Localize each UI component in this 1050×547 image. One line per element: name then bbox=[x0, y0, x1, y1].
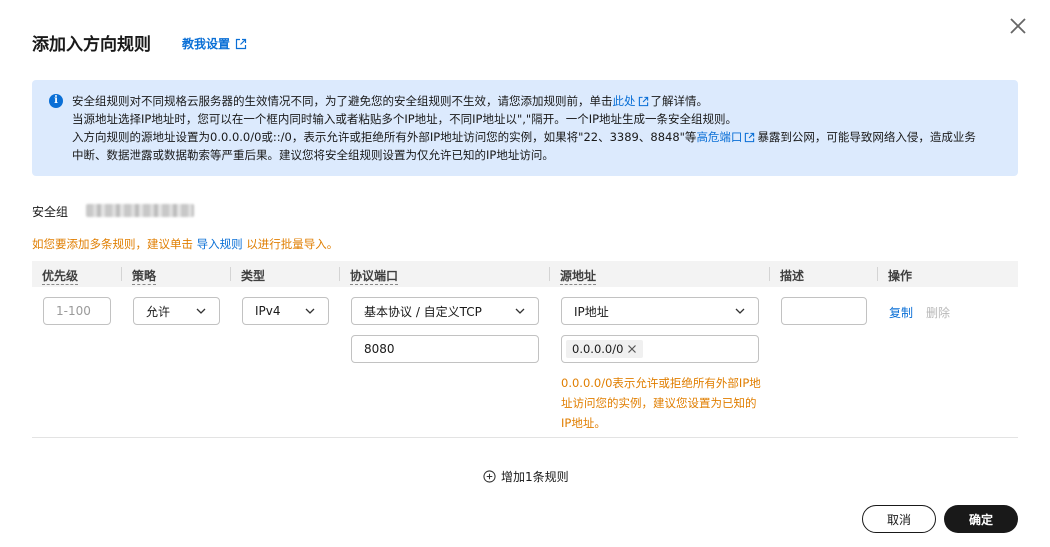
chevron-down-icon bbox=[196, 308, 206, 314]
type-select[interactable]: IPv4 bbox=[242, 297, 329, 325]
chevron-down-icon bbox=[515, 308, 525, 314]
add-rule-label: 增加1条规则 bbox=[501, 470, 569, 484]
protocol-select[interactable]: 基本协议 / 自定义TCP bbox=[351, 297, 539, 325]
import-rules-link[interactable]: 导入规则 bbox=[197, 237, 243, 251]
header-protocol-port: 协议端口 bbox=[350, 269, 399, 285]
confirm-button[interactable]: 确定 bbox=[944, 505, 1018, 533]
info-line-4: 中断、数据泄露或数据勒索等严重后果。建议您将安全组规则设置为仅允许已知的IP地址… bbox=[72, 148, 554, 162]
row-divider bbox=[32, 437, 1018, 438]
plus-circle-icon bbox=[483, 470, 496, 483]
tutorial-link[interactable]: 教我设置 bbox=[182, 35, 247, 52]
header-divider bbox=[549, 267, 550, 281]
source-type-select[interactable]: IP地址 bbox=[561, 297, 759, 325]
close-icon[interactable] bbox=[1006, 14, 1030, 38]
external-link-icon bbox=[235, 38, 247, 49]
port-input[interactable]: 8080 bbox=[351, 335, 539, 363]
details-link[interactable]: 此处 bbox=[613, 94, 636, 108]
header-divider bbox=[339, 267, 340, 281]
description-input[interactable] bbox=[781, 297, 867, 325]
info-line-1: 安全组规则对不同规格云服务器的生效情况不同，为了避免您的安全组规则不生效，请您添… bbox=[72, 94, 708, 108]
header-source: 源地址 bbox=[560, 269, 597, 285]
import-hint: 如您要添加多条规则，建议单击 导入规则 以进行批量导入。 bbox=[32, 237, 339, 251]
policy-select[interactable]: 允许 bbox=[133, 297, 220, 325]
policy-value: 允许 bbox=[146, 304, 171, 319]
source-ip-tag: 0.0.0.0/0 bbox=[566, 340, 644, 358]
info-line-2: 当源地址选择IP地址时，您可以在一个框内同时输入或者粘贴多个IP地址，不同IP地… bbox=[72, 112, 738, 126]
close-icon[interactable] bbox=[627, 344, 637, 354]
source-ip-tag-label: 0.0.0.0/0 bbox=[572, 342, 624, 356]
header-policy: 策略 bbox=[132, 269, 157, 285]
type-value: IPv4 bbox=[255, 304, 281, 318]
header-divider bbox=[121, 267, 122, 281]
chevron-down-icon bbox=[735, 308, 745, 314]
info-banner: i 安全组规则对不同规格云服务器的生效情况不同，为了避免您的安全组规则不生效，请… bbox=[32, 80, 1018, 176]
security-group-label: 安全组 bbox=[32, 205, 69, 219]
dialog-title: 添加入方向规则 bbox=[32, 35, 151, 55]
high-risk-port-link[interactable]: 高危端口 bbox=[696, 130, 742, 144]
header-divider bbox=[769, 267, 770, 281]
info-icon: i bbox=[49, 94, 63, 108]
chevron-down-icon bbox=[305, 308, 315, 314]
header-type: 类型 bbox=[241, 269, 266, 283]
add-rule-button[interactable]: 增加1条规则 bbox=[483, 468, 569, 485]
table-header: 优先级 策略 类型 协议端口 源地址 描述 操作 bbox=[32, 261, 1018, 287]
external-link-icon bbox=[638, 96, 648, 107]
cancel-button[interactable]: 取消 bbox=[862, 505, 936, 533]
source-type-value: IP地址 bbox=[574, 304, 609, 319]
tutorial-link-label: 教我设置 bbox=[182, 37, 231, 51]
external-link-icon bbox=[745, 132, 755, 143]
copy-rule-button[interactable]: 复制 bbox=[889, 304, 913, 321]
delete-rule-button: 删除 bbox=[926, 306, 951, 320]
header-priority: 优先级 bbox=[42, 269, 79, 285]
protocol-value: 基本协议 / 自定义TCP bbox=[364, 304, 482, 319]
security-group-value-redacted bbox=[86, 204, 194, 217]
source-warning: 0.0.0.0/0表示允许或拒绝所有外部IP地址访问您的实例，建议您设置为已知的… bbox=[561, 376, 761, 430]
priority-input[interactable]: 1-100 bbox=[43, 297, 111, 325]
header-divider bbox=[877, 267, 878, 281]
info-line-3: 入方向规则的源地址设置为0.0.0.0/0或::/0，表示允许或拒绝所有外部IP… bbox=[72, 130, 976, 144]
header-description: 描述 bbox=[780, 269, 805, 283]
header-divider bbox=[230, 267, 231, 281]
header-operation: 操作 bbox=[888, 269, 913, 283]
